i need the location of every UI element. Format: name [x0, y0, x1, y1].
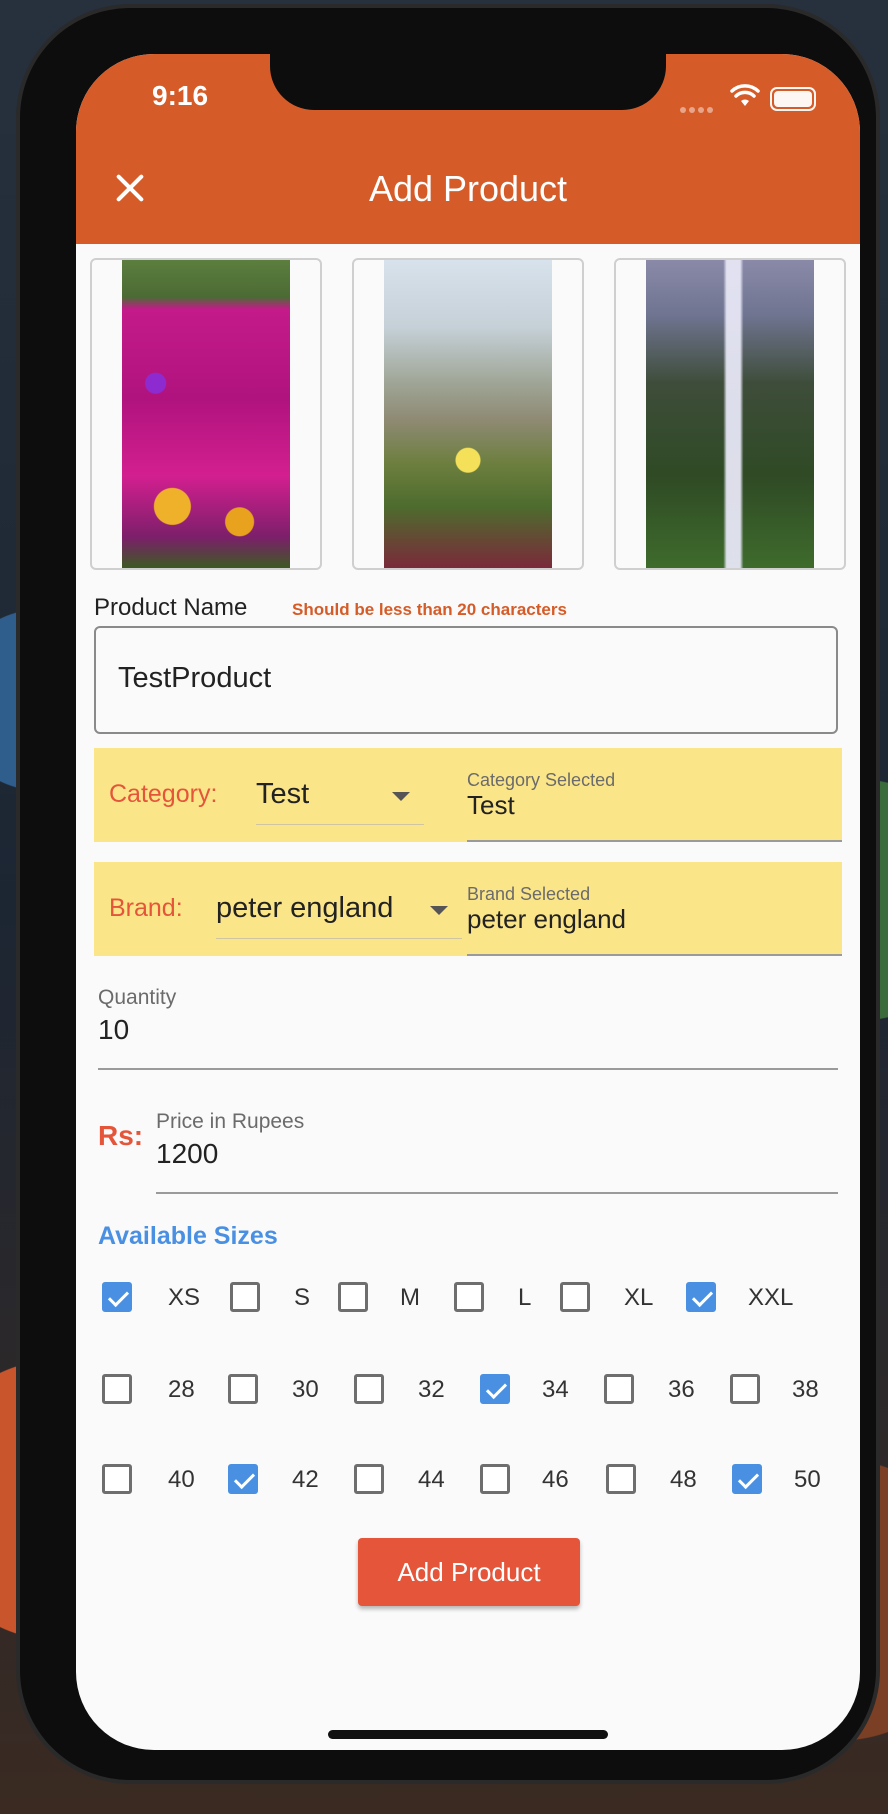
dropdown-underline [216, 938, 462, 939]
size-checkbox[interactable] [686, 1282, 716, 1312]
device-notch [270, 54, 666, 110]
size-checkbox[interactable] [102, 1282, 132, 1312]
size-checkbox[interactable] [354, 1374, 384, 1404]
price-label: Price in Rupees [156, 1110, 305, 1133]
size-checkbox[interactable] [480, 1374, 510, 1404]
brand-dropdown-value: peter england [216, 892, 394, 924]
size-checkbox[interactable] [230, 1282, 260, 1312]
phone-frame: 9:16 Add Product Product Name Should be … [20, 8, 876, 1780]
size-checkbox[interactable] [560, 1282, 590, 1312]
dropdown-underline [256, 824, 424, 825]
price-prefix: Rs: [98, 1120, 144, 1151]
page-title: Add Product [368, 168, 568, 209]
app-screen: 9:16 Add Product Product Name Should be … [76, 54, 860, 1750]
product-image-slot-3[interactable] [614, 258, 846, 570]
size-checkbox[interactable] [480, 1464, 510, 1494]
product-name-value: TestProduct [118, 662, 272, 694]
size-label: L [518, 1284, 532, 1311]
grass-flower-photo [384, 260, 552, 568]
size-label: 48 [670, 1466, 697, 1493]
product-name-input[interactable]: TestProduct [94, 626, 838, 734]
size-label: 42 [292, 1466, 319, 1493]
size-checkbox[interactable] [354, 1464, 384, 1494]
waterfall-photo [646, 260, 814, 568]
size-label: 46 [542, 1466, 569, 1493]
available-sizes-title: Available Sizes [98, 1222, 278, 1250]
category-selected-underline [467, 840, 842, 842]
size-label: 28 [168, 1376, 195, 1403]
product-name-hint: Should be less than 20 characters [292, 600, 567, 619]
home-indicator [328, 1730, 608, 1739]
size-label: XXL [748, 1284, 794, 1311]
cellular-signal-icon [680, 100, 716, 118]
quantity-label: Quantity [98, 986, 177, 1009]
product-name-label: Product Name [94, 594, 248, 621]
dropdown-arrow-icon [392, 792, 410, 801]
quantity-underline [98, 1068, 838, 1070]
category-dropdown-value: Test [256, 778, 310, 810]
size-label: 30 [292, 1376, 319, 1403]
size-checkbox[interactable] [606, 1464, 636, 1494]
size-label: M [400, 1284, 420, 1311]
size-checkbox[interactable] [338, 1282, 368, 1312]
category-selected-value: Test [467, 790, 515, 820]
product-image-slot-2[interactable] [352, 258, 584, 570]
size-label: 44 [418, 1466, 445, 1493]
size-checkbox[interactable] [228, 1464, 258, 1494]
price-underline [156, 1192, 838, 1194]
size-checkbox[interactable] [454, 1282, 484, 1312]
size-checkbox[interactable] [228, 1374, 258, 1404]
size-label: XS [168, 1284, 201, 1311]
size-label: XL [624, 1284, 654, 1311]
size-label: 50 [794, 1466, 821, 1493]
size-checkbox[interactable] [604, 1374, 634, 1404]
brand-selected-value: peter england [467, 904, 627, 934]
brand-selected-label: Brand Selected [467, 884, 591, 904]
price-value: 1200 [156, 1138, 219, 1169]
brand-row: Brand: peter england Brand Selected pete… [94, 862, 842, 956]
size-label: 34 [542, 1376, 569, 1403]
size-checkbox[interactable] [102, 1374, 132, 1404]
brand-label: Brand: [109, 894, 183, 922]
dropdown-arrow-icon [430, 906, 448, 915]
size-label: 32 [418, 1376, 445, 1403]
add-product-button[interactable]: Add Product [358, 1538, 580, 1606]
brand-selected-underline [467, 954, 842, 956]
battery-icon [770, 87, 816, 111]
size-label: 36 [668, 1376, 695, 1403]
category-label: Category: [109, 780, 218, 808]
product-image-slot-1[interactable] [90, 258, 322, 570]
wifi-icon [730, 84, 760, 106]
size-checkbox[interactable] [102, 1464, 132, 1494]
size-label: 38 [792, 1376, 819, 1403]
status-time: 9:16 [152, 80, 209, 111]
pink-flowers-photo [122, 260, 290, 568]
size-checkbox[interactable] [730, 1374, 760, 1404]
size-label: 40 [168, 1466, 195, 1493]
size-label: S [294, 1284, 311, 1311]
quantity-value: 10 [98, 1014, 130, 1045]
category-selected-label: Category Selected [467, 770, 616, 790]
category-row: Category: Test Category Selected Test [94, 748, 842, 842]
size-checkbox[interactable] [732, 1464, 762, 1494]
